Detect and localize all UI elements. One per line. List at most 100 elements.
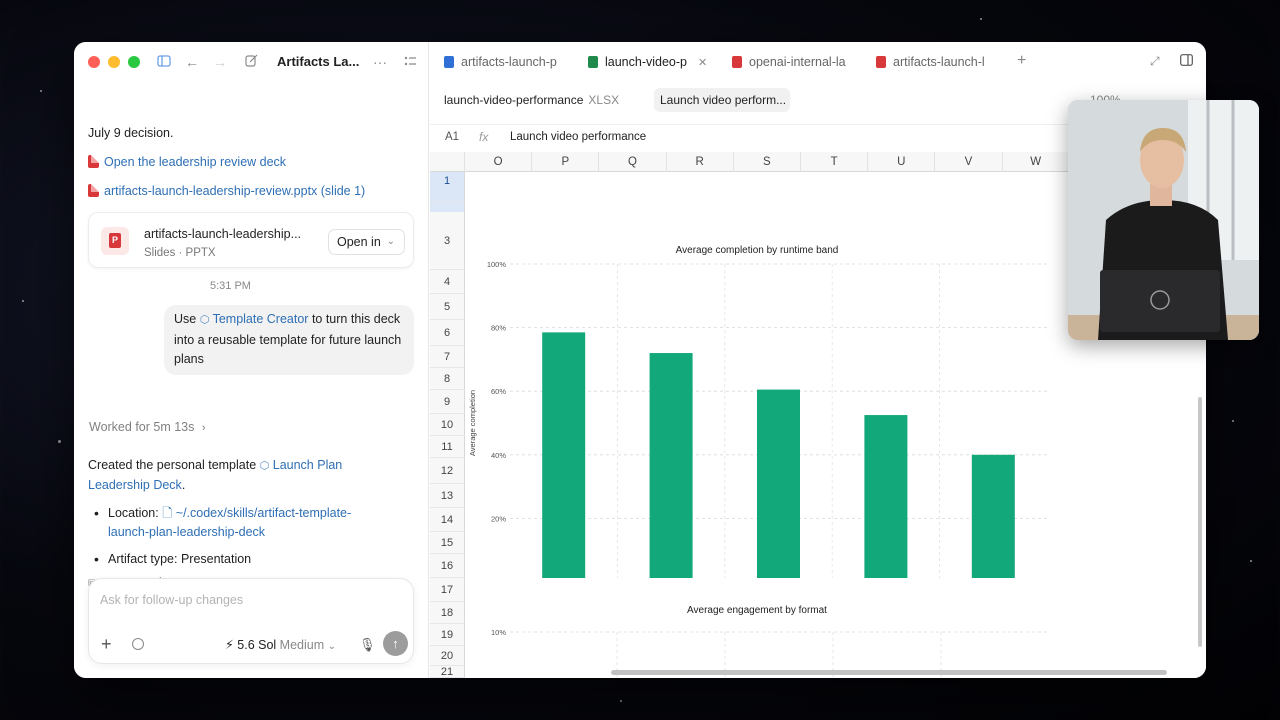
chevron-down-icon: ⌄ [327, 641, 337, 652]
file-type: XLSX [588, 93, 620, 107]
panel-toggle-icon[interactable] [1180, 54, 1193, 69]
column-header-O[interactable]: O [465, 152, 533, 172]
row-header-14[interactable]: 14 [430, 508, 465, 532]
chat-titlebar: ← → Artifacts La... ··· [74, 42, 429, 82]
task-list-icon[interactable] [402, 54, 418, 70]
microphone-icon[interactable]: 🎙︎ [359, 637, 376, 653]
minimize-window-button[interactable] [108, 56, 120, 68]
sheet-tab[interactable]: Launch video perform... [654, 88, 790, 112]
tab-2[interactable]: launch-video-p ✕ [588, 50, 718, 74]
model-selector[interactable]: ⚡ 5.6 Sol Medium ⌄ [225, 637, 336, 652]
bullet-dot: • [94, 505, 99, 521]
row-header-21[interactable]: 21 [430, 666, 465, 678]
column-header-S[interactable]: S [733, 152, 801, 172]
result-details-list: • Location: 🗋 ~/.codex/skills/artifact-t… [94, 504, 408, 569]
window-controls [88, 56, 140, 68]
arrow-up-icon: ↑ [392, 636, 399, 651]
back-arrow-icon[interactable]: ← [184, 54, 200, 70]
presenter-video [1068, 100, 1259, 340]
vertical-scrollbar[interactable] [1198, 397, 1202, 647]
star-decoration [22, 300, 24, 302]
row-header-15[interactable]: 15 [430, 532, 465, 554]
chevron-right-icon: › [201, 422, 206, 434]
close-tab-icon[interactable]: ✕ [698, 56, 707, 69]
chart-title: Average engagement by format [687, 605, 827, 616]
worked-for-toggle[interactable]: Worked for 5m 13s › [89, 418, 206, 438]
corner-cell[interactable] [430, 152, 465, 172]
forward-arrow-icon[interactable]: → [212, 54, 228, 70]
sidebar-toggle-icon[interactable] [156, 54, 172, 70]
cell-reference[interactable]: A1 [445, 131, 459, 143]
attachment-card[interactable]: artifacts-launch-leadership... Slides · … [88, 212, 414, 268]
row-header-6[interactable]: 6 [430, 320, 465, 346]
column-header-R[interactable]: R [666, 152, 734, 172]
tab-bar: artifacts-launch-p launch-video-p ✕ openai-… [430, 42, 1206, 82]
pptx-slide-link[interactable]: artifacts-launch-leadership-review.pptx … [88, 182, 365, 201]
column-header-W[interactable]: W [1002, 152, 1070, 172]
completion-chart[interactable]: Average completion by runtime band0%20%4… [467, 194, 1059, 578]
column-header-U[interactable]: U [868, 152, 936, 172]
decision-text: July 9 decision. [88, 126, 174, 140]
location-path-line2: launch-plan-leadership-deck [108, 525, 266, 539]
zoom-window-button[interactable] [128, 56, 140, 68]
bar-5[interactable] [971, 454, 1015, 578]
row-header-5[interactable]: 5 [430, 294, 465, 320]
more-options-icon[interactable]: ··· [372, 54, 388, 70]
row-header-9[interactable]: 9 [430, 390, 465, 414]
engagement-chart[interactable]: Average engagement by format 10% [467, 596, 1059, 678]
column-header-P[interactable]: P [532, 152, 600, 172]
row-header-20[interactable]: 20 [430, 646, 465, 666]
lightning-icon: ⚡ [225, 638, 234, 652]
schedule-icon[interactable] [132, 638, 144, 650]
bar-4[interactable] [864, 415, 908, 578]
new-chat-icon[interactable] [243, 54, 259, 70]
tab-label: launch-video-p [605, 55, 687, 69]
column-header-V[interactable]: V [935, 152, 1003, 172]
row-header-16[interactable]: 16 [430, 554, 465, 578]
user-message-prefix: Use [174, 312, 197, 326]
close-window-button[interactable] [88, 56, 100, 68]
open-in-button[interactable]: Open in ⌄ [328, 229, 405, 255]
bar-3[interactable] [757, 389, 800, 578]
composer: Ask for follow-up changes + ⚡ 5.6 Sol Me… [88, 578, 414, 664]
star-decoration [1232, 420, 1234, 422]
tab-3[interactable]: openai-internal-la [732, 50, 857, 74]
tab-label: artifacts-launch-p [461, 55, 557, 69]
bar-2[interactable] [649, 353, 693, 578]
pptx-slide-link-label: artifacts-launch-leadership-review.pptx … [104, 184, 366, 198]
artifact-type: Artifact type: Presentation [108, 552, 252, 566]
add-attachment-icon[interactable]: + [101, 635, 112, 653]
tab-1[interactable]: artifacts-launch-p [444, 50, 569, 74]
row-header-18[interactable]: 18 [430, 602, 465, 624]
new-tab-icon[interactable]: + [1017, 52, 1026, 70]
row-header-19[interactable]: 19 [430, 624, 465, 646]
row-header-17[interactable]: 17 [430, 578, 465, 602]
file-type-icon [732, 56, 742, 68]
column-header-Q[interactable]: Q [599, 152, 667, 172]
tab-4[interactable]: artifacts-launch-l [876, 50, 996, 74]
tab-label: artifacts-launch-l [893, 55, 985, 69]
row-header-12[interactable]: 12 [430, 458, 465, 484]
bar-1[interactable] [542, 332, 586, 578]
send-button[interactable]: ↑ [383, 631, 408, 656]
attachment-name: artifacts-launch-leadership... [144, 227, 302, 241]
column-header-T[interactable]: T [801, 152, 869, 172]
row-header-8[interactable]: 8 [430, 368, 465, 390]
review-deck-link[interactable]: Open the leadership review deck [88, 153, 286, 172]
expand-icon[interactable]: ⤢ [1150, 54, 1160, 69]
row-header-13[interactable]: 13 [430, 484, 465, 508]
follow-up-input[interactable]: Ask for follow-up changes [100, 593, 243, 607]
row-header-1[interactable]: 1 [430, 172, 465, 202]
row-header-4[interactable]: 4 [430, 270, 465, 294]
list-item: • Location: 🗋 ~/.codex/skills/artifact-t… [94, 504, 408, 542]
star-decoration [40, 90, 42, 92]
row-header-10[interactable]: 10 [430, 414, 465, 436]
file-name: launch-video-performance [444, 93, 584, 107]
formula-input[interactable]: Launch video performance [510, 131, 646, 143]
horizontal-scrollbar[interactable] [611, 670, 1167, 675]
row-header-3[interactable]: 3 [430, 212, 465, 270]
row-header-11[interactable]: 11 [430, 436, 465, 458]
template-creator-link[interactable]: Template Creator [213, 312, 309, 326]
result-suffix: . [181, 478, 186, 492]
row-header-7[interactable]: 7 [430, 346, 465, 368]
